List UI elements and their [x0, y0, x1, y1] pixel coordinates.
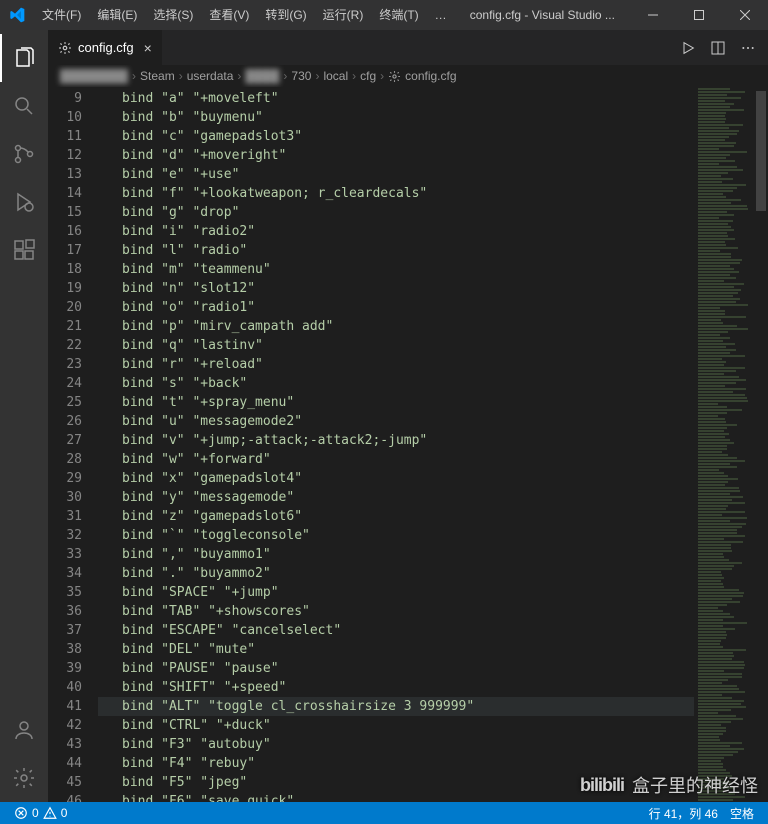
source-control-icon[interactable] [0, 130, 48, 178]
menu-goto[interactable]: 转到(G) [257, 0, 314, 30]
account-icon[interactable] [0, 706, 48, 754]
more-icon[interactable] [740, 40, 756, 56]
minimap[interactable] [694, 87, 754, 802]
tab-close-icon[interactable]: × [144, 40, 152, 56]
chevron-right-icon: › [132, 69, 136, 83]
line-gutter: 9101112131415161718192021222324252627282… [48, 87, 98, 802]
breadcrumb-file[interactable]: config.cfg [405, 69, 456, 83]
breadcrumb-part[interactable]: 730 [291, 69, 311, 83]
chevron-right-icon: › [283, 69, 287, 83]
chevron-right-icon: › [315, 69, 319, 83]
breadcrumb-part[interactable]: cfg [360, 69, 376, 83]
settings-gear-icon[interactable] [0, 754, 48, 802]
run-icon[interactable] [680, 40, 696, 56]
breadcrumb-hidden: ████ [245, 69, 279, 83]
tab-label: config.cfg [78, 40, 134, 55]
status-problems[interactable]: 0 0 [8, 806, 73, 820]
status-bar: 0 0 行 41，列 46 空格 [0, 802, 768, 824]
activity-bar [0, 30, 48, 802]
menu-select[interactable]: 选择(S) [145, 0, 201, 30]
breadcrumb-part[interactable]: local [323, 69, 348, 83]
extensions-icon[interactable] [0, 226, 48, 274]
breadcrumb-part[interactable]: userdata [187, 69, 234, 83]
status-spaces[interactable]: 空格 [724, 805, 760, 822]
close-button[interactable] [722, 0, 768, 30]
search-icon[interactable] [0, 82, 48, 130]
tab-bar: config.cfg × [48, 30, 768, 65]
vscode-logo-icon [8, 6, 26, 24]
window-controls [630, 0, 768, 30]
vertical-scrollbar[interactable] [754, 87, 768, 802]
menu-terminal[interactable]: 终端(T) [371, 0, 426, 30]
gear-icon [388, 70, 401, 83]
split-editor-icon[interactable] [710, 40, 726, 56]
menu-view[interactable]: 查看(V) [201, 0, 257, 30]
status-cursor[interactable]: 行 41，列 46 [643, 805, 724, 822]
run-debug-icon[interactable] [0, 178, 48, 226]
gear-icon [58, 41, 72, 55]
menu-file[interactable]: 文件(F) [34, 0, 89, 30]
titlebar: 文件(F) 编辑(E) 选择(S) 查看(V) 转到(G) 运行(R) 终端(T… [0, 0, 768, 30]
menu-more[interactable]: … [427, 0, 455, 30]
window-title: config.cfg - Visual Studio ... [455, 8, 630, 22]
menu-run[interactable]: 运行(R) [315, 0, 372, 30]
code-editor[interactable]: bind "a" "+moveleft"bind "b" "buymenu"bi… [98, 87, 694, 802]
chevron-right-icon: › [179, 69, 183, 83]
chevron-right-icon: › [237, 69, 241, 83]
chevron-right-icon: › [380, 69, 384, 83]
menu-edit[interactable]: 编辑(E) [89, 0, 145, 30]
scrollbar-thumb[interactable] [756, 91, 766, 211]
menubar: 文件(F) 编辑(E) 选择(S) 查看(V) 转到(G) 运行(R) 终端(T… [34, 0, 455, 30]
chevron-right-icon: › [352, 69, 356, 83]
breadcrumb-part[interactable]: Steam [140, 69, 175, 83]
explorer-icon[interactable] [0, 34, 48, 82]
minimize-button[interactable] [630, 0, 676, 30]
breadcrumb[interactable]: ████████ › Steam › userdata › ████ › 730… [48, 65, 768, 87]
tab-config[interactable]: config.cfg × [48, 30, 163, 65]
breadcrumb-hidden: ████████ [60, 69, 128, 83]
maximize-button[interactable] [676, 0, 722, 30]
